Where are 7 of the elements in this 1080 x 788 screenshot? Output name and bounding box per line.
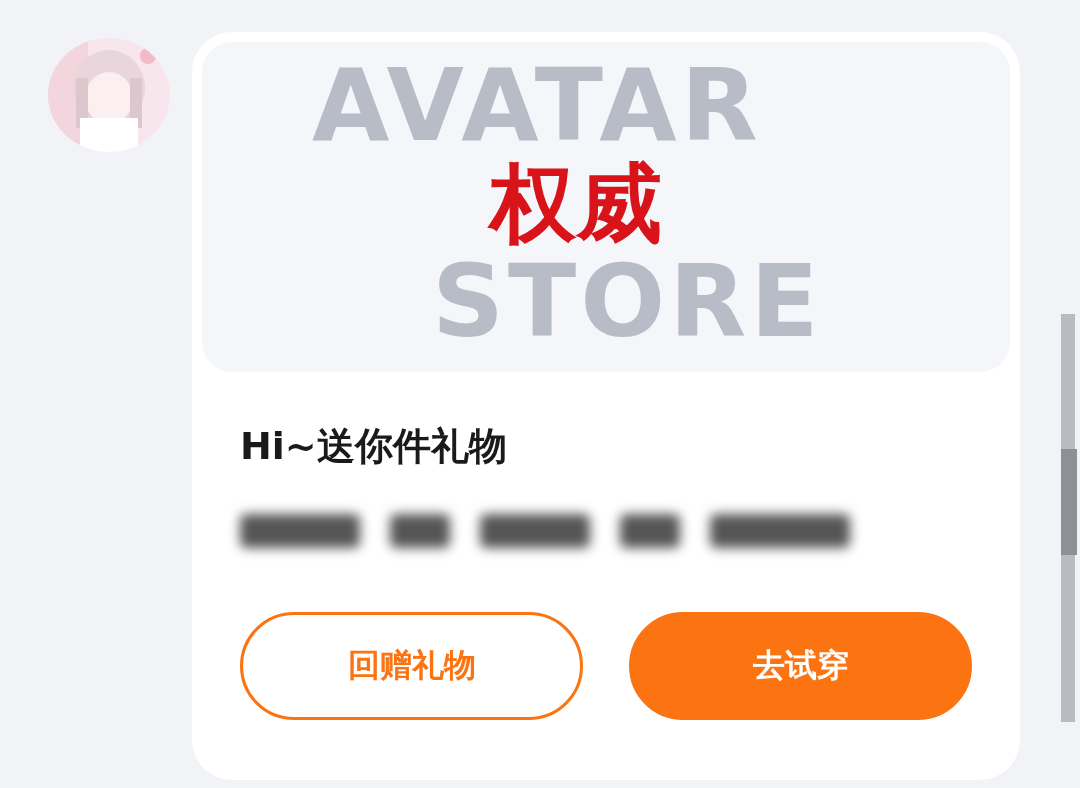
banner-word: AVATAR	[312, 56, 762, 156]
banner-headline: 权威	[482, 154, 670, 253]
scrollbar[interactable]	[1061, 314, 1077, 722]
try-on-button[interactable]: 去试穿	[629, 611, 972, 720]
return-gift-button[interactable]: 回赠礼物	[240, 611, 583, 720]
banner-word: STORE	[432, 252, 823, 352]
message-title: Hi~送你件礼物	[240, 424, 508, 470]
